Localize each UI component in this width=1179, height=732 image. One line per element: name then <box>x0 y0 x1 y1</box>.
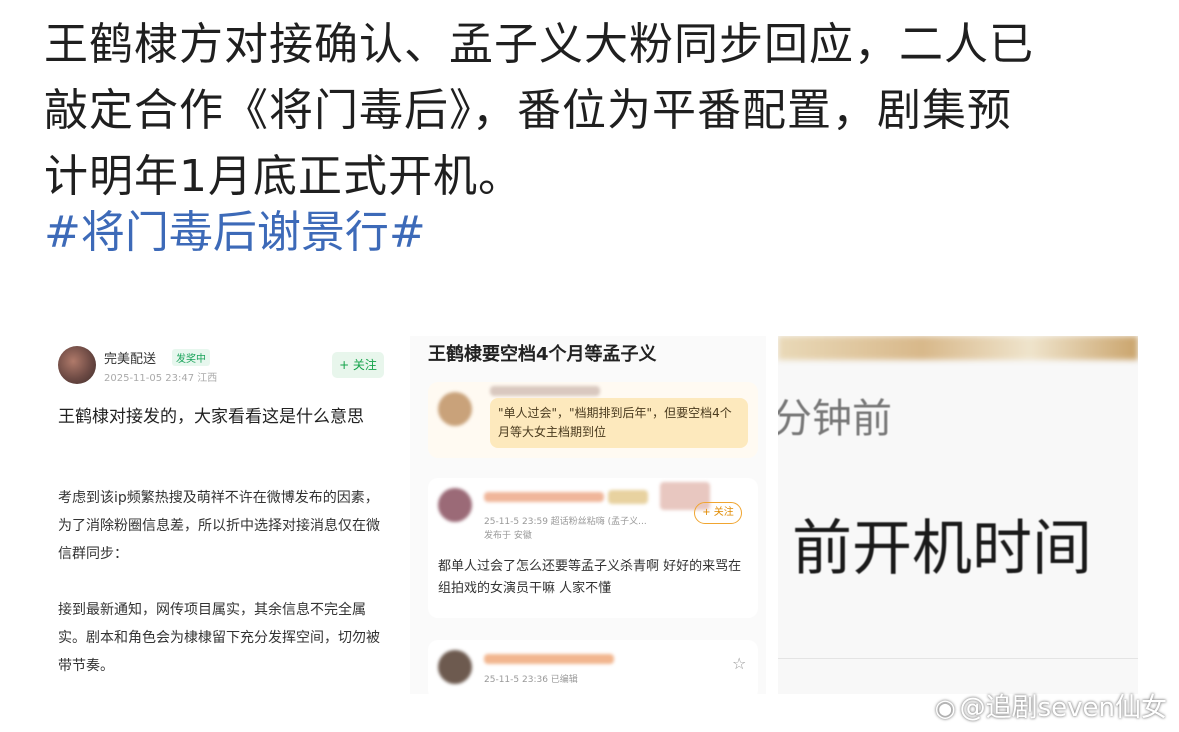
divider <box>778 658 1138 659</box>
blurred-username <box>484 654 614 664</box>
post-title: 王鹤棣对接发的，大家看看这是什么意思 <box>58 407 364 427</box>
image-panel-2[interactable]: 王鹤棣要空档4个月等孟子义 "单人过会"，"档期排到后年"，但要空档4个月等大女… <box>410 336 766 694</box>
comment-meta: 25-11-5 23:36 已编辑 <box>484 675 578 685</box>
weibo-logo-icon: ◉ <box>934 694 956 722</box>
time-ago-text: 分钟前 <box>778 396 892 442</box>
hashtag-link[interactable]: #将门毒后谢景行# <box>44 200 426 266</box>
paragraph-2: 接到最新通知，网传项目属实，其余信息不完全属实。剧本和角色会为棣棣留下充分发挥空… <box>58 602 380 674</box>
avatar <box>58 346 96 384</box>
avatar <box>438 488 472 522</box>
quote-bubble: "单人过会"，"档期排到后年"，但要空档4个月等大女主档期到位 <box>490 398 748 448</box>
watermark: ◉ @追剧seven仙女 <box>935 687 1167 724</box>
status-badge: 发奖中 <box>172 349 210 366</box>
star-icon: ☆ <box>732 654 747 673</box>
blurred-header <box>778 336 1138 360</box>
avatar <box>438 392 472 426</box>
comment-card: "单人过会"，"档期排到后年"，但要空档4个月等大女主档期到位 <box>428 382 758 458</box>
post-line-1: 王鹤棣方对接确认、孟子义大粉同步回应，二人已 <box>44 19 1034 70</box>
comment-card: 25-11-5 23:36 已编辑 ☆ <box>428 640 758 694</box>
comment-meta: 25-11-5 23:59 超话粉丝粘嗨 (孟子义... <box>484 517 647 527</box>
zoomed-headline: 前开机时间 <box>792 514 1092 584</box>
image-panel-1[interactable]: 完美配送 发奖中 2025-11-05 23:47 江西 + 关注 王鹤棣对接发… <box>42 336 398 694</box>
image-panel-3[interactable]: 分钟前 前开机时间 <box>778 336 1138 694</box>
paragraph-1: 考虑到该ip频繁热搜及萌祥不许在微博发布的因素，为了消除粉圈信息差，所以折中选择… <box>58 490 380 562</box>
comment-text: 都单人过会了怎么还要等孟子义杀青啊 好好的来骂在组拍戏的女演员干嘛 人家不懂 <box>438 559 742 596</box>
blurred-username <box>484 492 604 502</box>
comment-card: 25-11-5 23:59 超话粉丝粘嗨 (孟子义... 发布于 安徽 + 关注… <box>428 478 758 618</box>
blurred-badges <box>608 490 648 504</box>
post-body: 考虑到该ip频繁热搜及萌祥不许在微博发布的因素，为了消除粉圈信息差，所以折中选择… <box>58 484 388 694</box>
comment-location: 发布于 安徽 <box>484 531 532 541</box>
follow-button: + 关注 <box>694 502 742 524</box>
avatar <box>438 650 472 684</box>
blurred-username <box>490 386 600 396</box>
follow-button: + 关注 <box>332 352 384 378</box>
post-meta: 2025-11-05 23:47 江西 <box>104 373 218 384</box>
panel-title: 王鹤棣要空档4个月等孟子义 <box>428 344 657 365</box>
username: 完美配送 <box>104 352 157 367</box>
watermark-text: @追剧seven仙女 <box>959 693 1167 723</box>
post-text: 王鹤棣方对接确认、孟子义大粉同步回应，二人已 敲定合作《将门毒后》，番位为平番配… <box>44 12 1144 210</box>
post-line-2: 敲定合作《将门毒后》，番位为平番配置，剧集预 <box>44 85 1012 136</box>
